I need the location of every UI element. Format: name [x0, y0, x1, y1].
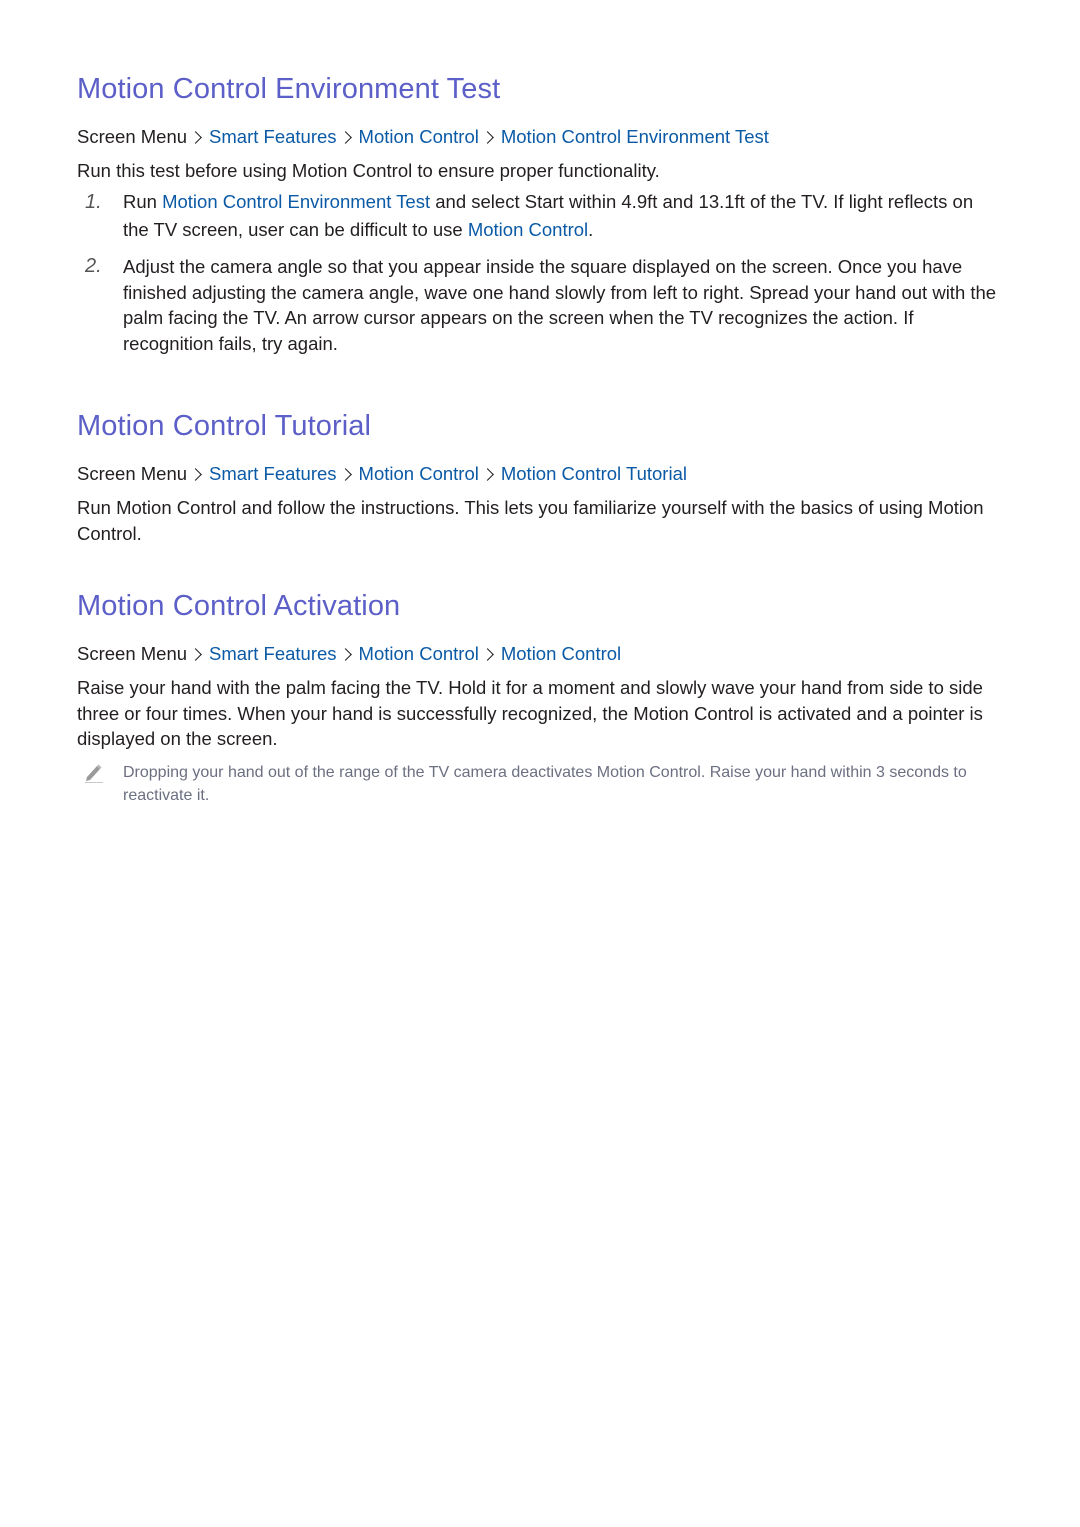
- breadcrumb-environment-test: Screen Menu Smart Features Motion Control M…: [77, 126, 769, 148]
- pencil-icon: [85, 764, 103, 783]
- step-text: .: [588, 219, 594, 240]
- breadcrumb-activation: Screen Menu Smart Features Motion Control M…: [77, 643, 621, 665]
- breadcrumb-root: Screen Menu: [77, 126, 188, 147]
- highlight-motion-control: Motion Control: [467, 219, 589, 240]
- breadcrumb-link-motion-control[interactable]: Motion Control: [359, 126, 479, 147]
- chevron-right-icon: [189, 130, 202, 144]
- chevron-right-icon: [480, 467, 494, 481]
- step-2: 2. Adjust the camera angle so that you a…: [77, 254, 1002, 356]
- breadcrumb-tutorial: Screen Menu Smart Features Motion Control M…: [77, 463, 687, 485]
- tutorial-body: Run Motion Control and follow the instru…: [77, 497, 984, 544]
- chevron-right-icon: [189, 467, 202, 481]
- step-1: 1. Run Motion Control Environment Test a…: [77, 188, 1002, 244]
- chevron-right-icon: [480, 647, 494, 661]
- note-text: Dropping your hand out of the range of t…: [123, 764, 967, 804]
- step-text: Run: [123, 191, 163, 212]
- section-title-environment-test: Motion Control Environment Test: [77, 73, 501, 105]
- step-number: 1.: [85, 191, 102, 213]
- chevron-right-icon: [338, 130, 352, 144]
- chevron-right-icon: [189, 647, 202, 661]
- breadcrumb-link-smart-features[interactable]: Smart Features: [209, 463, 337, 484]
- section-title-tutorial: Motion Control Tutorial: [77, 410, 372, 442]
- chevron-right-icon: [480, 130, 494, 144]
- breadcrumb-link-tutorial[interactable]: Motion Control Tutorial: [501, 463, 687, 484]
- step-number: 2.: [85, 255, 102, 277]
- note: Dropping your hand out of the range of t…: [77, 761, 1002, 807]
- activation-body: Raise your hand with the palm facing the…: [77, 677, 983, 749]
- breadcrumb-link-environment-test[interactable]: Motion Control Environment Test: [501, 126, 769, 147]
- breadcrumb-link-motion-control[interactable]: Motion Control: [359, 463, 479, 484]
- breadcrumb-link-smart-features[interactable]: Smart Features: [209, 643, 337, 664]
- chevron-right-icon: [338, 467, 352, 481]
- breadcrumb-link-motion-control-activation[interactable]: Motion Control: [501, 643, 621, 664]
- breadcrumb-link-motion-control[interactable]: Motion Control: [359, 643, 479, 664]
- chevron-right-icon: [338, 647, 352, 661]
- intro-text: Run this test before using Motion Contro…: [77, 160, 660, 181]
- breadcrumb-root: Screen Menu: [77, 643, 188, 664]
- step-text: Adjust the camera angle so that you appe…: [123, 256, 997, 354]
- highlight-environment-test: Motion Control Environment Test: [162, 191, 431, 212]
- section-title-activation: Motion Control Activation: [77, 590, 401, 622]
- breadcrumb-root: Screen Menu: [77, 463, 188, 484]
- breadcrumb-link-smart-features[interactable]: Smart Features: [209, 126, 337, 147]
